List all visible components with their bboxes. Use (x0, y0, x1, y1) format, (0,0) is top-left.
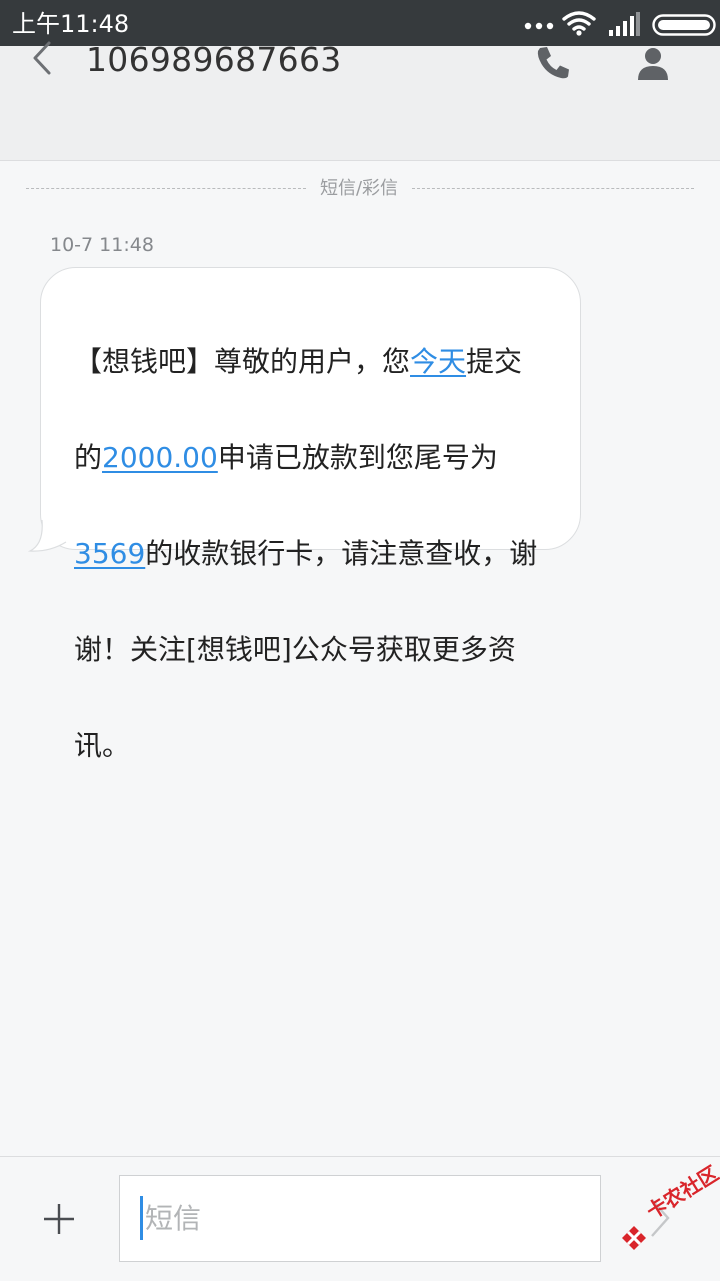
message-line: 3569的收款银行卡，请注意查收，谢 (74, 530, 564, 578)
contact-number-title: 106989687663 (86, 40, 342, 79)
bubble-tail (28, 520, 67, 552)
message-text: 申请已放款到您尾号为 (217, 441, 498, 474)
message-timestamp: 10-7 11:48 (50, 234, 154, 256)
message-body: 【想钱吧】尊敬的用户，您今天提交 的2000.00申请已放款到您尾号为 3569… (74, 290, 564, 818)
message-input-box[interactable] (119, 1175, 601, 1262)
divider-line-left (26, 188, 306, 189)
status-time: 上午11:48 (12, 10, 130, 38)
card-number-link[interactable]: 3569 (74, 537, 145, 570)
more-dots-icon (524, 22, 554, 30)
signal-icon (609, 12, 640, 36)
wifi-icon (562, 11, 596, 36)
message-line: 讯。 (74, 729, 131, 762)
message-line: 的2000.00申请已放款到您尾号为 (74, 434, 564, 482)
message-line: 谢！关注[想钱吧]公众号获取更多资 (74, 633, 516, 666)
phone-icon[interactable] (534, 44, 572, 80)
add-attachment-icon[interactable] (42, 1202, 76, 1236)
message-text: 的 (74, 441, 103, 474)
message-text: 提交 (466, 345, 523, 378)
message-input[interactable] (140, 1196, 585, 1240)
amount-link[interactable]: 2000.00 (102, 441, 218, 474)
back-icon[interactable] (28, 40, 58, 76)
contact-icon[interactable] (636, 46, 670, 82)
message-line: 【想钱吧】尊敬的用户，您今天提交 (74, 338, 564, 386)
message-type-label: 短信/彩信 (319, 178, 399, 199)
date-link[interactable]: 今天 (410, 345, 466, 378)
message-text: 【想钱吧】尊敬的用户，您 (74, 345, 411, 378)
battery-icon (652, 14, 716, 36)
message-text: 的收款银行卡，请注意查收，谢 (145, 537, 538, 570)
divider-line-right (412, 188, 694, 189)
